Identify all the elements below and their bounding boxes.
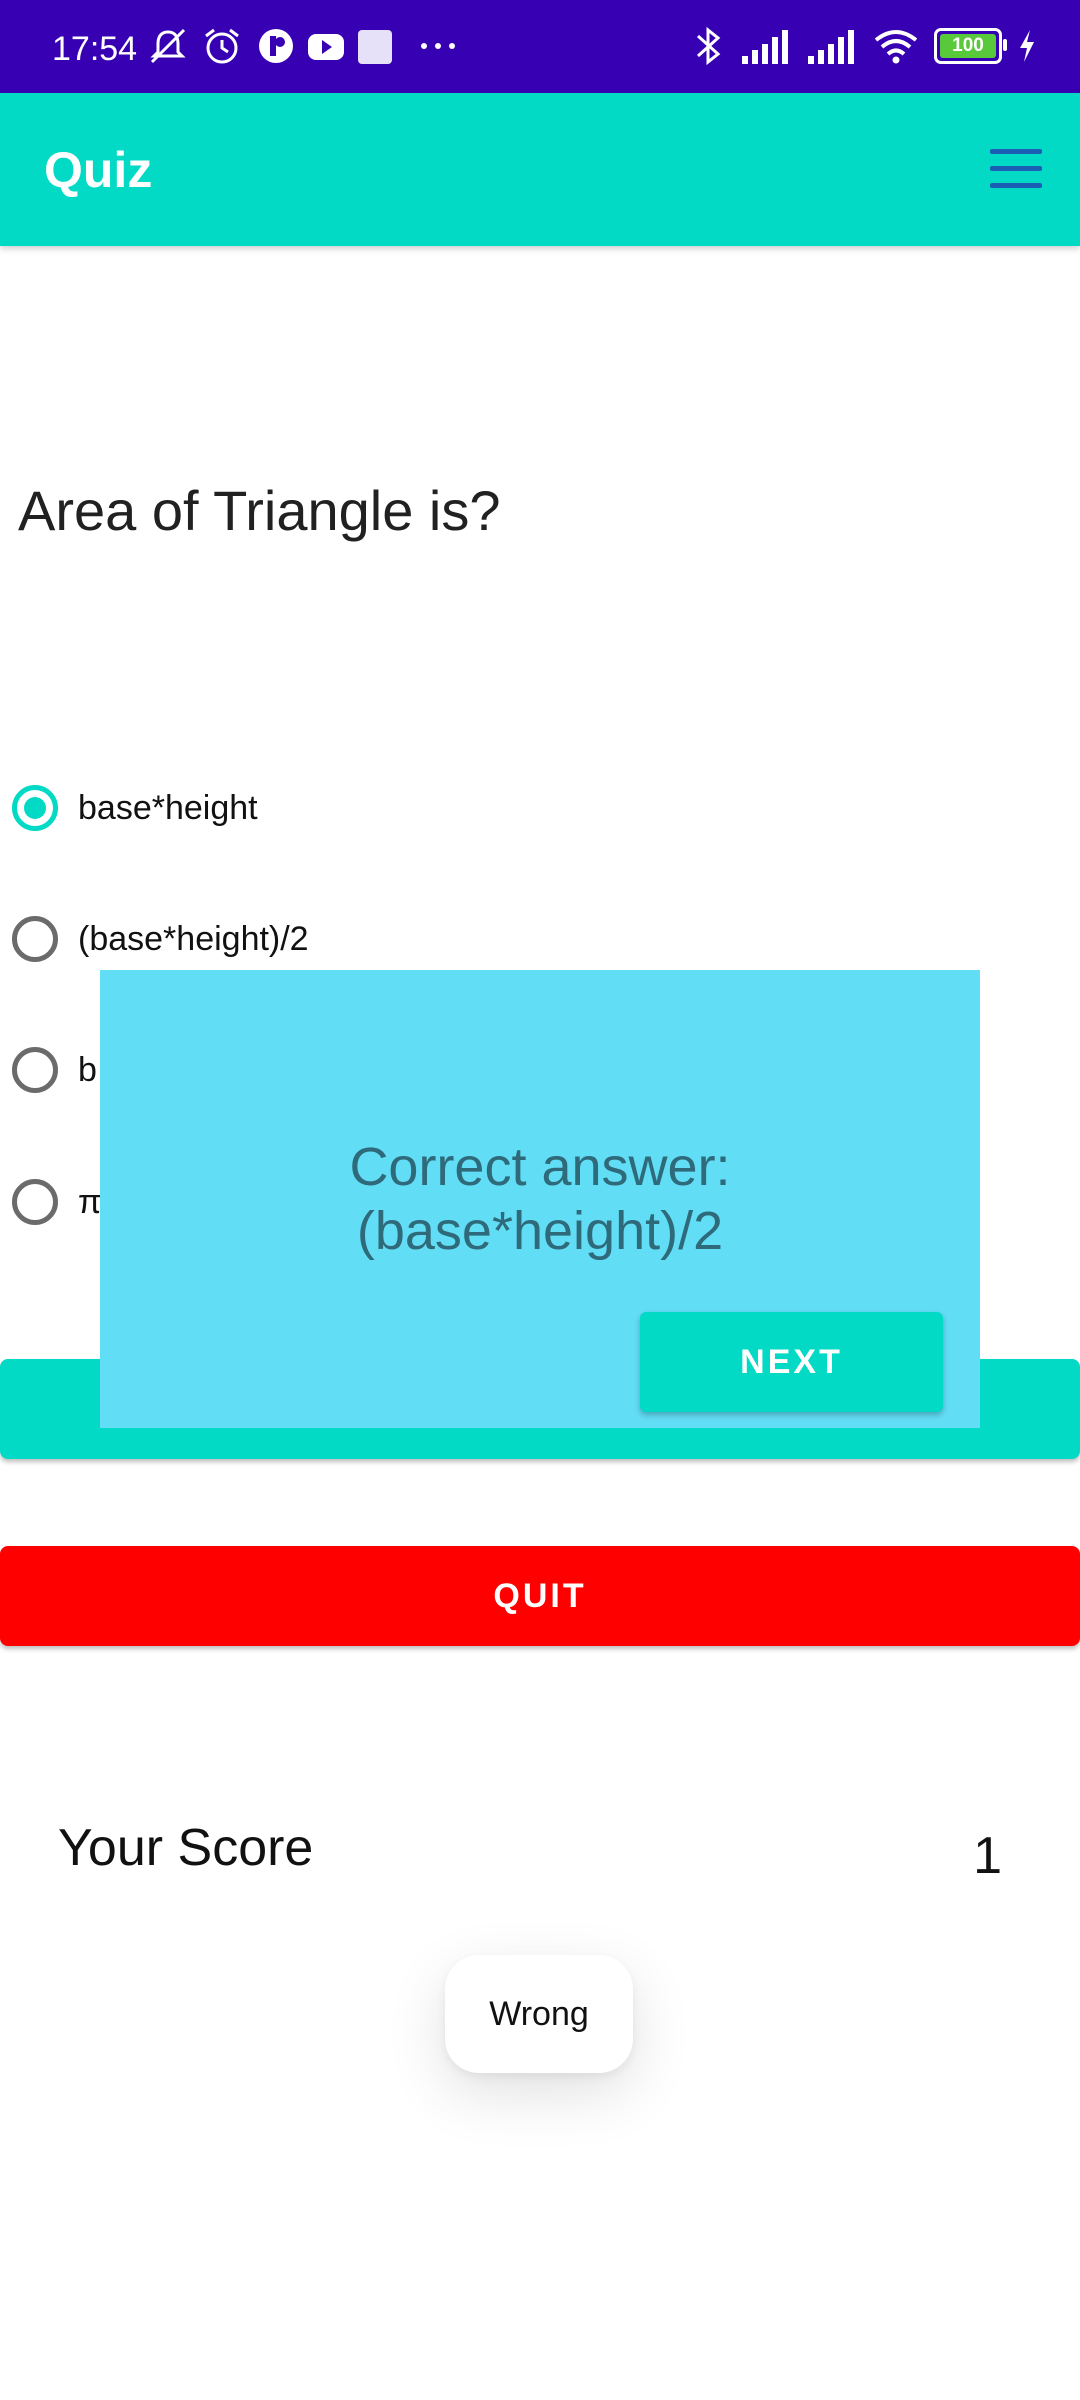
battery-level: 100 (952, 35, 984, 56)
app-icon (259, 29, 293, 63)
score-label: Your Score (58, 1819, 314, 1877)
alarm-icon (205, 28, 239, 64)
score-value: 1 (973, 1827, 1002, 1885)
status-time: 17:54 (52, 30, 138, 68)
option-1[interactable]: base*height (12, 768, 258, 848)
option-3[interactable]: b (12, 1030, 97, 1110)
bluetooth-icon (696, 26, 721, 66)
status-bar: 17:54 100 (0, 0, 1080, 93)
dialog-message: Correct answer: (base*height)/2 (100, 1135, 980, 1263)
toast-message: Wrong (445, 1955, 633, 2073)
battery-icon: 100 (934, 28, 1007, 64)
radio-unchecked-icon[interactable] (12, 916, 58, 962)
wifi-icon (874, 30, 918, 64)
option-2[interactable]: (base*height)/2 (12, 899, 309, 979)
option-label: π (78, 1182, 102, 1221)
option-label: b (78, 1050, 97, 1089)
app-bar: Quiz (0, 93, 1080, 246)
radio-unchecked-icon[interactable] (12, 1179, 58, 1225)
charging-icon (1020, 30, 1034, 62)
youtube-icon (308, 34, 344, 60)
more-dots-icon (421, 43, 455, 49)
app-title: Quiz (44, 142, 153, 198)
next-button[interactable]: NEXT (640, 1312, 943, 1412)
question-text: Area of Triangle is? (18, 479, 501, 542)
mute-icon (150, 28, 186, 64)
option-label: base*height (78, 788, 258, 827)
signal-icon-2 (808, 30, 854, 64)
option-4[interactable]: π (12, 1162, 101, 1242)
dialog-message-line1: Correct answer: (349, 1137, 731, 1197)
option-label: (base*height)/2 (78, 919, 309, 958)
quit-button[interactable]: QUIT (0, 1546, 1080, 1646)
radio-checked-icon[interactable] (12, 785, 58, 831)
dialog-message-line2: (base*height)/2 (356, 1201, 724, 1261)
square-icon (358, 30, 392, 64)
radio-unchecked-icon[interactable] (12, 1047, 58, 1093)
answer-dialog: Correct answer: (base*height)/2 NEXT (100, 970, 980, 1428)
hamburger-menu-icon[interactable] (990, 149, 1042, 189)
signal-icon (742, 30, 788, 64)
